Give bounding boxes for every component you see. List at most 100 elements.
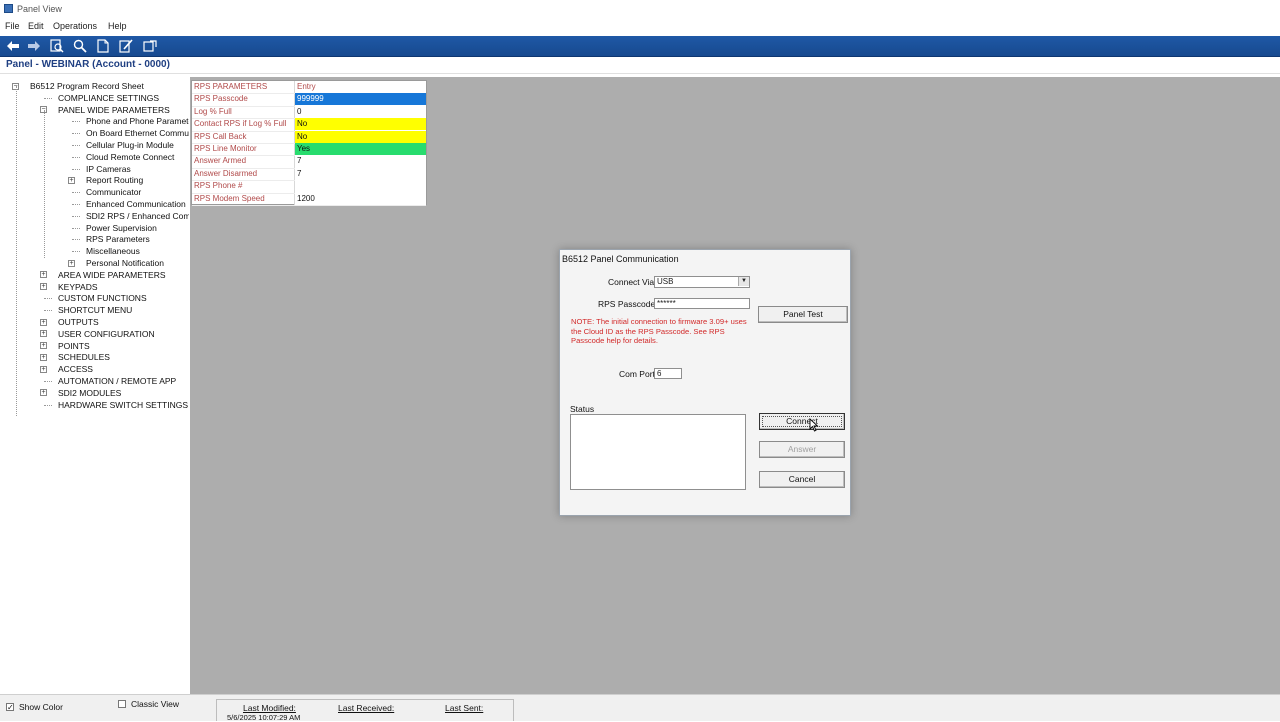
status-box: [570, 414, 746, 490]
expand-icon[interactable]: +: [40, 318, 47, 326]
chevron-down-icon[interactable]: ▼: [738, 277, 749, 286]
zoom-page-icon[interactable]: [48, 38, 66, 54]
panel-title: Panel - WEBINAR (Account - 0000): [6, 59, 170, 70]
menu-edit[interactable]: Edit: [28, 21, 44, 31]
tree-item[interactable]: Phone and Phone Parameters: [86, 115, 189, 127]
tree-item[interactable]: SHORTCUT MENU: [58, 304, 132, 316]
expand-icon[interactable]: +: [40, 365, 47, 373]
tree-connector: [16, 86, 17, 416]
param-value[interactable]: No: [295, 118, 426, 131]
expand-icon[interactable]: +: [68, 259, 75, 267]
tree-connector: [44, 310, 52, 312]
tree-item[interactable]: SDI2 RPS / Enhanced Comm: [86, 210, 189, 222]
tree-connector: [72, 204, 80, 205]
grid-row[interactable]: Contact RPS if Log % Full No: [192, 118, 426, 132]
classic-view-label: Classic View: [131, 699, 180, 709]
com-port-input[interactable]: 6: [654, 368, 682, 379]
grid-row[interactable]: Log % Full 0: [192, 105, 426, 120]
param-value[interactable]: 999999: [295, 93, 426, 106]
expand-icon[interactable]: +: [68, 176, 75, 184]
grid-row[interactable]: Answer Armed 7: [192, 155, 426, 169]
tree-item[interactable]: B6512 Program Record Sheet: [30, 80, 144, 92]
tree-item[interactable]: SCHEDULES: [58, 351, 110, 363]
connect-via-value: USB: [657, 277, 674, 286]
tree-item[interactable]: AUTOMATION / REMOTE APP: [58, 375, 176, 387]
menu-file[interactable]: File: [5, 21, 20, 31]
grid-row[interactable]: RPS Call Back No: [192, 130, 426, 144]
window-title: Panel View: [17, 4, 62, 14]
tree-item[interactable]: PANEL WIDE PARAMETERS: [58, 104, 170, 116]
tree-item[interactable]: POINTS: [58, 340, 90, 352]
forward-arrow-icon[interactable]: [25, 38, 43, 54]
classic-view-checkbox[interactable]: [118, 700, 126, 708]
tree-item[interactable]: ACCESS: [58, 363, 93, 375]
tree-item[interactable]: Cloud Remote Connect: [86, 151, 174, 163]
param-value[interactable]: Yes: [295, 143, 426, 155]
tree-item[interactable]: Cellular Plug-in Module: [86, 139, 174, 151]
tree-connector: [72, 227, 80, 229]
tree-item[interactable]: HARDWARE SWITCH SETTINGS: [58, 399, 188, 411]
expand-icon[interactable]: +: [40, 330, 47, 338]
param-value[interactable]: No: [295, 130, 426, 143]
param-value[interactable]: 1200: [295, 192, 426, 205]
tree-item[interactable]: AREA WIDE PARAMETERS: [58, 269, 166, 281]
menu-help[interactable]: Help: [108, 21, 127, 31]
show-color-checkbox[interactable]: ✓: [6, 703, 14, 712]
rps-passcode-input[interactable]: ******: [654, 298, 750, 309]
expand-icon[interactable]: +: [40, 342, 47, 350]
tree-item[interactable]: IP Cameras: [86, 163, 131, 175]
menu-operations[interactable]: Operations: [53, 21, 97, 31]
grid-row[interactable]: RPS Line Monitor Yes: [192, 143, 426, 157]
expand-icon[interactable]: +: [40, 389, 47, 397]
connect-via-select[interactable]: USB ▼: [654, 276, 750, 288]
param-value[interactable]: 0: [295, 105, 426, 118]
tree-item[interactable]: SDI2 MODULES: [58, 387, 121, 399]
expand-icon[interactable]: +: [40, 271, 47, 279]
rps-parameters-grid[interactable]: RPS PARAMETERS Entry RPS Passcode 999999 Log…: [191, 80, 427, 206]
tree-item[interactable]: On Board Ethernet Communicator: [86, 127, 189, 139]
document-icon[interactable]: [94, 38, 112, 54]
tree-item[interactable]: KEYPADS: [58, 281, 98, 293]
tree-item[interactable]: RPS Parameters: [86, 233, 150, 245]
tree-connector: [44, 110, 45, 258]
grid-row[interactable]: RPS Passcode 999999: [192, 93, 426, 107]
tree-connector: [72, 251, 80, 253]
rps-passcode-value: ******: [657, 299, 676, 308]
param-name: Contact RPS if Log % Full: [194, 119, 287, 129]
connect-button[interactable]: Connect: [759, 413, 845, 430]
program-tree[interactable]: B6512 Program Record Sheet − COMPLIANCE SE…: [0, 77, 189, 693]
expand-icon[interactable]: +: [40, 283, 47, 291]
expand-icon[interactable]: +: [40, 353, 47, 361]
param-value: Entry: [297, 82, 316, 91]
grid-row[interactable]: RPS Modem Speed 1200: [192, 192, 426, 206]
tree-item[interactable]: CUSTOM FUNCTIONS: [58, 292, 147, 304]
tree-item[interactable]: USER CONFIGURATION: [58, 328, 155, 340]
tree-connector: [72, 215, 80, 217]
param-value[interactable]: [295, 180, 426, 193]
param-value[interactable]: 7: [295, 167, 426, 180]
panel-test-button[interactable]: Panel Test: [758, 306, 848, 323]
tree-item[interactable]: Report Routing: [86, 174, 143, 186]
grid-row[interactable]: Answer Disarmed 7: [192, 167, 426, 182]
tree-item[interactable]: COMPLIANCE SETTINGS: [58, 92, 159, 104]
back-arrow-icon[interactable]: [4, 38, 22, 54]
tree-item[interactable]: Enhanced Communication: [86, 198, 186, 210]
tree-item[interactable]: Miscellaneous: [86, 245, 140, 257]
dialog-title: B6512 Panel Communication: [562, 254, 679, 264]
answer-button[interactable]: Answer: [759, 441, 845, 458]
param-value[interactable]: 7: [295, 155, 426, 168]
tree-item[interactable]: OUTPUTS: [58, 316, 99, 328]
tree-item[interactable]: Personal Notification: [86, 257, 164, 269]
export-icon[interactable]: [141, 38, 159, 54]
cancel-button[interactable]: Cancel: [759, 471, 845, 488]
title-bar: Panel View: [0, 0, 1280, 18]
tree-connector: [44, 381, 52, 382]
edit-icon[interactable]: [117, 38, 135, 54]
tree-item[interactable]: Communicator: [86, 186, 141, 198]
mouse-cursor-icon: [809, 418, 819, 432]
grid-row[interactable]: RPS Phone #: [192, 180, 426, 194]
tree-item[interactable]: Power Supervision: [86, 222, 157, 234]
search-icon[interactable]: [71, 38, 89, 54]
check-mark-icon: ✓: [7, 703, 14, 712]
panel-header: Panel - WEBINAR (Account - 0000): [0, 58, 1280, 74]
